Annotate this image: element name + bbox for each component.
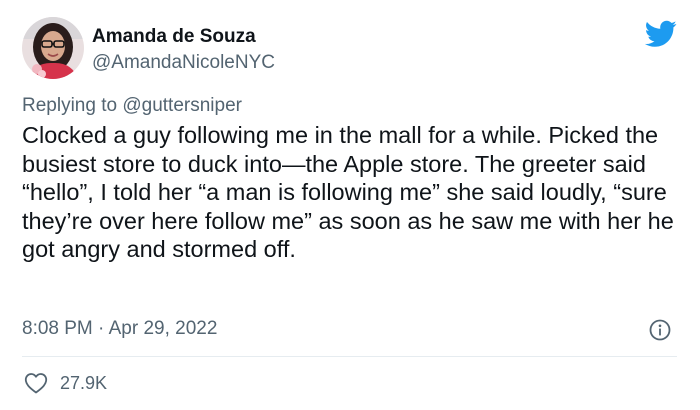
like-count: 27.9K	[60, 373, 108, 393]
tweet-card: Amanda de Souza @AmandaNicoleNYC Replyin…	[0, 0, 700, 410]
reply-handle-link[interactable]: @guttersniper	[122, 95, 242, 116]
reply-prefix: Replying to	[22, 95, 123, 116]
author-name[interactable]: Amanda de Souza	[92, 26, 256, 48]
divider	[22, 356, 677, 357]
twitter-bird-icon[interactable]	[645, 20, 677, 48]
author-handle[interactable]: @AmandaNicoleNYC	[92, 52, 275, 74]
avatar[interactable]	[22, 17, 84, 79]
info-icon[interactable]	[648, 318, 672, 342]
heart-icon	[24, 373, 48, 394]
avatar-image	[22, 17, 84, 79]
tweet-timestamp[interactable]: 8:08 PM · Apr 29, 2022	[22, 318, 217, 340]
tweet-text: Clocked a guy following me in the mall f…	[22, 122, 674, 263]
reply-context: Replying to @guttersniper	[22, 95, 242, 117]
like-button[interactable]: 27.9K	[24, 371, 107, 395]
